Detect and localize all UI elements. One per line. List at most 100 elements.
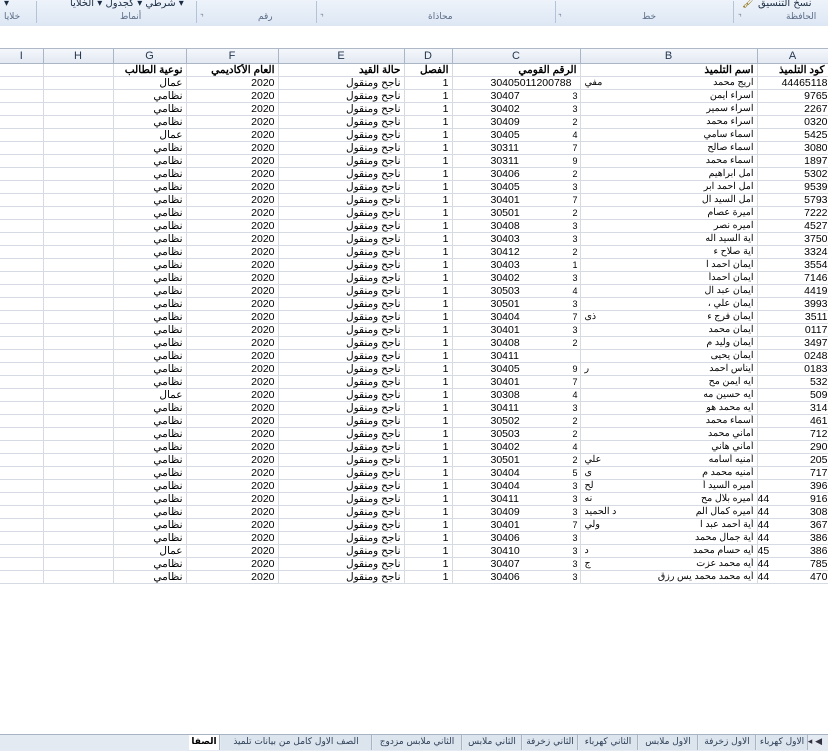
- student-name-cell[interactable]: اسماء محمد: [580, 154, 758, 168]
- student-type-cell[interactable]: نظامي: [113, 466, 187, 480]
- enrollment-status-cell[interactable]: ناجح ومنقول: [278, 102, 405, 116]
- national-id-cell[interactable]: 30410 3: [452, 544, 581, 558]
- cell[interactable]: [0, 323, 44, 337]
- academic-year-cell[interactable]: 2020: [186, 271, 279, 285]
- academic-year-cell[interactable]: 2020: [186, 349, 279, 363]
- cell[interactable]: [0, 375, 44, 389]
- class-cell[interactable]: 1: [404, 297, 453, 311]
- student-type-cell[interactable]: نظامي: [113, 167, 187, 181]
- class-cell[interactable]: 1: [404, 349, 453, 363]
- academic-year-cell[interactable]: 2020: [186, 440, 279, 454]
- student-type-cell[interactable]: نظامي: [113, 180, 187, 194]
- class-cell[interactable]: 1: [404, 245, 453, 259]
- student-type-cell[interactable]: نظامي: [113, 349, 187, 363]
- enrollment-status-cell[interactable]: ناجح ومنقول: [278, 180, 405, 194]
- academic-year-cell[interactable]: 2020: [186, 206, 279, 220]
- cell[interactable]: [43, 167, 114, 181]
- student-name-cell[interactable]: أماني هاني: [580, 440, 758, 454]
- student-name-cell[interactable]: أيه محمد عزت ج: [580, 557, 758, 571]
- cell[interactable]: [43, 362, 114, 376]
- student-code-cell[interactable]: 785 44: [757, 557, 828, 571]
- cell[interactable]: [0, 336, 44, 350]
- student-name-cell[interactable]: أماني محمد: [580, 427, 758, 441]
- sheet-tab[interactable]: الثاني كهرباء: [579, 735, 638, 750]
- student-code-cell[interactable]: 5302: [757, 167, 828, 181]
- student-name-cell[interactable]: اسراء سمير: [580, 102, 758, 116]
- enrollment-status-cell[interactable]: ناجح ومنقول: [278, 323, 405, 337]
- sheet-tab[interactable]: الاول ملابس: [639, 735, 698, 750]
- student-code-cell[interactable]: 712: [757, 427, 828, 441]
- cell[interactable]: [0, 232, 44, 246]
- class-cell[interactable]: 1: [404, 336, 453, 350]
- enrollment-status-cell[interactable]: ناجح ومنقول: [278, 466, 405, 480]
- cell[interactable]: [0, 271, 44, 285]
- national-id-cell[interactable]: 30404 7: [452, 310, 581, 324]
- academic-year-cell[interactable]: 2020: [186, 232, 279, 246]
- enrollment-status-cell[interactable]: ناجح ومنقول: [278, 271, 405, 285]
- enrollment-status-cell[interactable]: ناجح ومنقول: [278, 375, 405, 389]
- launcher-icon[interactable]: ⌝: [320, 13, 324, 22]
- sheet-tab[interactable]: الاول كهرباء: [757, 735, 808, 750]
- cell[interactable]: [0, 258, 44, 272]
- enrollment-status-cell[interactable]: ناجح ومنقول: [278, 258, 405, 272]
- national-id-cell[interactable]: 30407 3: [452, 557, 581, 571]
- cell[interactable]: [0, 505, 44, 519]
- national-id-cell[interactable]: 30411: [452, 349, 581, 363]
- student-code-cell[interactable]: 3993: [757, 297, 828, 311]
- academic-year-cell[interactable]: 2020: [186, 141, 279, 155]
- enrollment-status-cell[interactable]: ناجح ومنقول: [278, 388, 405, 402]
- student-type-cell[interactable]: نظامي: [113, 219, 187, 233]
- cell[interactable]: [0, 310, 44, 324]
- class-cell[interactable]: 1: [404, 154, 453, 168]
- student-name-cell[interactable]: ايه حسين مه: [580, 388, 758, 402]
- student-name-cell[interactable]: ايمان احمد ا: [580, 258, 758, 272]
- worksheet-grid[interactable]: I H G F E D C B A نوعية الطالب العام الأ…: [0, 48, 828, 735]
- cell[interactable]: [43, 544, 114, 558]
- cell[interactable]: [0, 63, 44, 77]
- student-name-cell[interactable]: أميره السيد أ لح: [580, 479, 758, 493]
- academic-year-cell[interactable]: 2020: [186, 323, 279, 337]
- cell[interactable]: [0, 115, 44, 129]
- student-code-cell[interactable]: 5425: [757, 128, 828, 142]
- enrollment-status-cell[interactable]: ناجح ومنقول: [278, 518, 405, 532]
- academic-year-cell[interactable]: 2020: [186, 76, 279, 90]
- column-header-f[interactable]: F: [186, 49, 279, 64]
- class-cell[interactable]: 1: [404, 323, 453, 337]
- format-painter-icon[interactable]: 🖌: [742, 0, 755, 9]
- cell[interactable]: [0, 427, 44, 441]
- student-name-cell[interactable]: اريج محمد مفي: [580, 76, 758, 90]
- class-cell[interactable]: 1: [404, 167, 453, 181]
- student-code-cell[interactable]: 3554: [757, 258, 828, 272]
- cell[interactable]: [0, 518, 44, 532]
- cell[interactable]: [43, 557, 114, 571]
- enrollment-status-cell[interactable]: ناجح ومنقول: [278, 128, 405, 142]
- cell[interactable]: [43, 349, 114, 363]
- academic-year-cell[interactable]: 2020: [186, 167, 279, 181]
- class-cell[interactable]: 1: [404, 492, 453, 506]
- academic-year-cell[interactable]: 2020: [186, 245, 279, 259]
- national-id-cell[interactable]: 30402 4: [452, 440, 581, 454]
- enrollment-status-cell[interactable]: ناجح ومنقول: [278, 115, 405, 129]
- national-id-cell[interactable]: 30501 3: [452, 297, 581, 311]
- cell[interactable]: [0, 180, 44, 194]
- class-cell[interactable]: 1: [404, 141, 453, 155]
- national-id-cell[interactable]: 30406 3: [452, 570, 581, 584]
- class-cell[interactable]: 1: [404, 388, 453, 402]
- enrollment-status-cell[interactable]: ناجح ومنقول: [278, 531, 405, 545]
- enrollment-status-cell[interactable]: ناجح ومنقول: [278, 401, 405, 415]
- enrollment-status-cell[interactable]: ناجح ومنقول: [278, 206, 405, 220]
- cell[interactable]: [0, 245, 44, 259]
- student-code-cell[interactable]: 0117: [757, 323, 828, 337]
- styles-menu-fragment[interactable]: ▾: [4, 0, 9, 9]
- student-type-cell[interactable]: نظامي: [113, 505, 187, 519]
- national-id-cell[interactable]: 30402 3: [452, 102, 581, 116]
- cell[interactable]: [0, 349, 44, 363]
- student-type-cell[interactable]: نظامي: [113, 479, 187, 493]
- cell[interactable]: [0, 492, 44, 506]
- enrollment-status-cell[interactable]: ناجح ومنقول: [278, 193, 405, 207]
- academic-year-cell[interactable]: 2020: [186, 102, 279, 116]
- class-cell[interactable]: 1: [404, 401, 453, 415]
- student-code-cell[interactable]: 7222: [757, 206, 828, 220]
- enrollment-status-cell[interactable]: ناجح ومنقول: [278, 479, 405, 493]
- class-cell[interactable]: 1: [404, 206, 453, 220]
